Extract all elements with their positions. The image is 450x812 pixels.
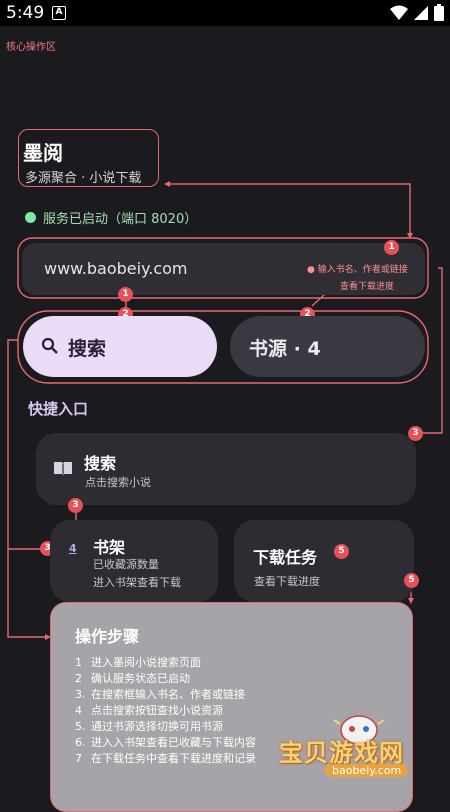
quick-search-card[interactable]: 搜索 点击搜索小说	[36, 433, 416, 505]
list-item: 7 在下载任务中查看下载进度和记录	[75, 752, 256, 765]
watermark-text: 宝贝游戏网	[279, 739, 404, 767]
bookshelf-count-icon: 4	[69, 542, 77, 555]
search-button-label: 搜索	[68, 338, 107, 360]
source-button[interactable]: 书源 · 4	[230, 316, 425, 377]
watermark-url: baobeiy.com	[325, 764, 409, 777]
step-badge-5a: 5	[334, 544, 349, 559]
bookshelf-line2: 进入书架查看下载	[93, 576, 181, 589]
service-status: 服务已启动（端口 8020）	[25, 208, 197, 227]
step-badge-1: 1	[384, 240, 399, 255]
search-input-value: www.baobeiy.com	[44, 259, 188, 278]
service-status-text: 服务已启动（端口 8020）	[43, 212, 198, 227]
download-tasks-subtitle: 查看下载进度	[254, 575, 320, 588]
bookshelf-card[interactable]: 4 书架 已收藏源数量 进入书架查看下载	[50, 520, 218, 602]
list-item: 4 点击搜索按钮查找小说资源	[75, 704, 223, 717]
step-badge-3b: 3	[68, 498, 83, 513]
list-item: 6. 进入入书架查看已收藏与下载内容	[75, 736, 256, 749]
bookshelf-title: 书架	[93, 538, 126, 557]
list-item: 3. 在搜索框输入书名、作者或链接	[75, 688, 245, 701]
app-subtitle: 多源聚合 · 小说下载	[25, 171, 142, 186]
quick-search-subtitle: 点击搜索小说	[85, 476, 151, 489]
status-dot-icon	[25, 212, 36, 223]
steps-list: 1 进入墨阅小说搜索页面 2 确认服务状态已启动 3. 在搜索框输入书名、作者或链接 …	[75, 655, 256, 767]
app-title: 墨阅	[23, 141, 63, 165]
list-item: 2 确认服务状态已启动	[75, 672, 190, 685]
download-tasks-card[interactable]: 下载任务 查看下载进度	[234, 520, 414, 602]
download-hint-annotation: 查看下载进度	[340, 282, 395, 292]
step-badge-1b: 1	[118, 287, 133, 302]
bookshelf-line1: 已收藏源数量	[93, 558, 159, 571]
input-hint-annotation: ● 输入书名、作者或链接	[307, 265, 408, 275]
quick-entry-heading: 快捷入口	[28, 400, 89, 418]
download-tasks-title: 下载任务	[253, 548, 318, 567]
step-badge-5b: 5	[404, 573, 419, 588]
search-button[interactable]: 搜索	[23, 316, 217, 377]
steps-title: 操作步骤	[75, 627, 140, 646]
list-item: 1 进入墨阅小说搜索页面	[75, 656, 201, 669]
list-item: 5. 通过书源选择切换可用书源	[75, 720, 223, 733]
book-icon	[54, 462, 72, 475]
quick-search-title: 搜索	[84, 454, 117, 473]
search-icon	[41, 337, 58, 354]
source-button-label: 书源 · 4	[249, 338, 321, 360]
